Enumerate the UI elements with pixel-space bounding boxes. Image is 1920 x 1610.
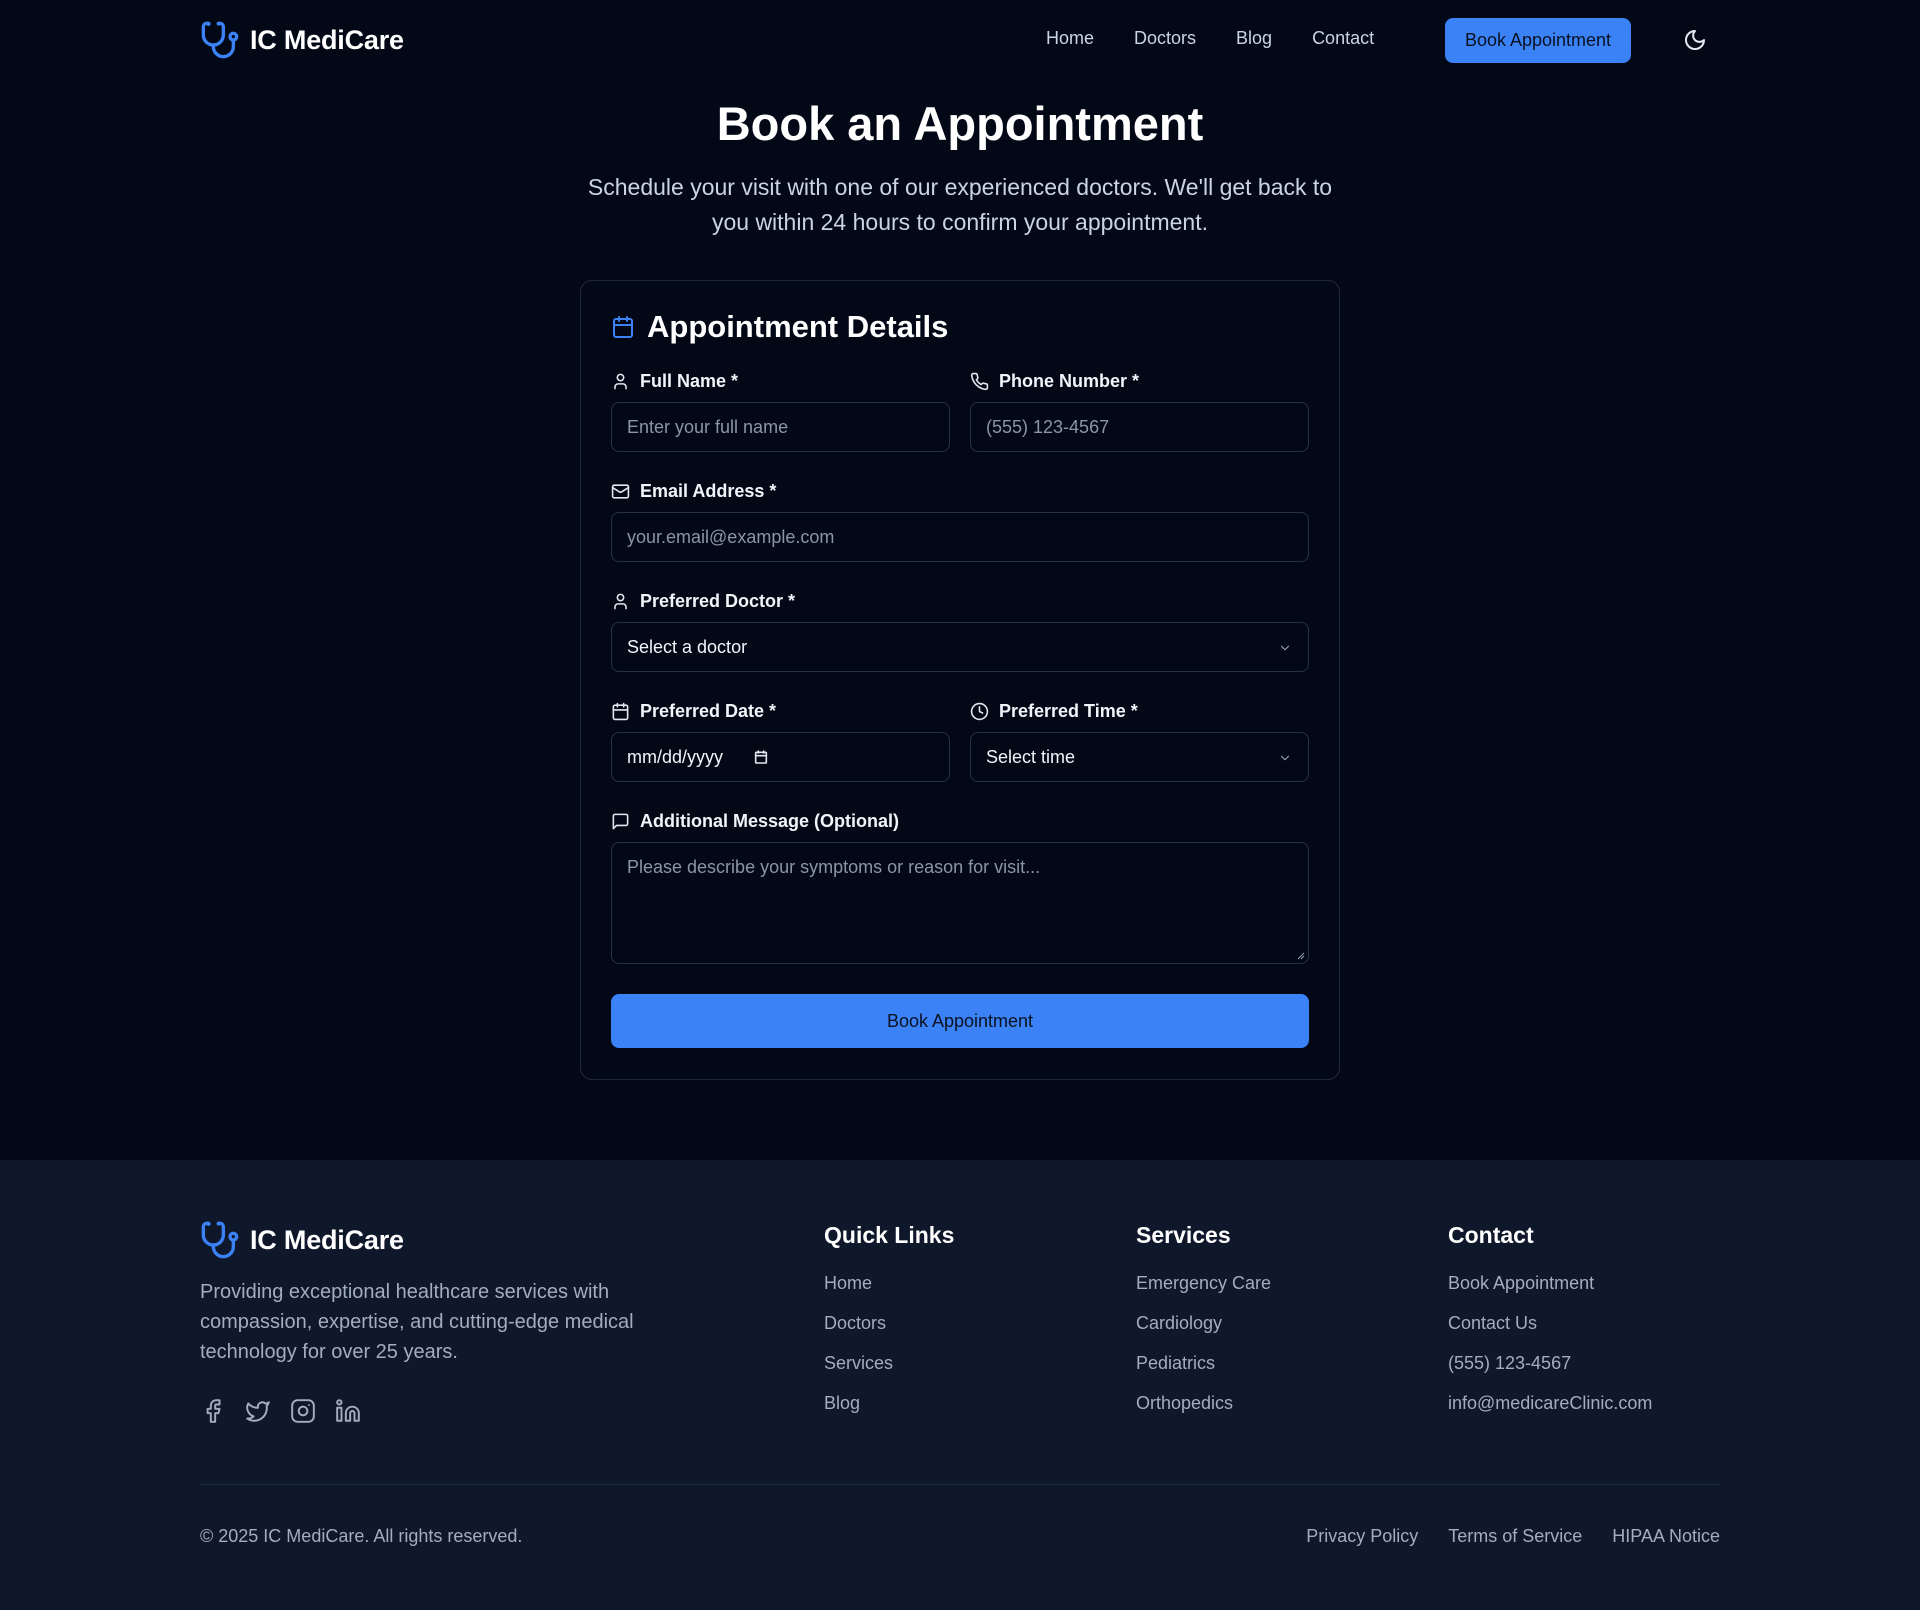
chevron-down-icon (1280, 755, 1290, 761)
footer-link-pediatrics[interactable]: Pediatrics (1136, 1349, 1271, 1389)
legal-links: Privacy Policy Terms of Service HIPAA No… (1306, 1526, 1720, 1547)
stethoscope-icon (201, 21, 239, 59)
facebook-icon[interactable] (200, 1398, 226, 1424)
chevron-down-icon (1280, 645, 1290, 651)
doctor-select-value: Select a doctor (627, 636, 748, 657)
footer-brand[interactable]: IC MediCare (200, 1220, 404, 1260)
footer-link-doctors[interactable]: Doctors (824, 1309, 954, 1349)
top-navbar: IC MediCare Home Doctors Blog Contact Bo… (0, 0, 1920, 80)
privacy-policy-link[interactable]: Privacy Policy (1306, 1526, 1418, 1547)
full-name-input[interactable]: Enter your full name (611, 402, 950, 452)
phone-label: Phone Number * (970, 371, 1139, 392)
message-textarea[interactable]: Please describe your symptoms or reason … (611, 842, 1309, 964)
phone-input[interactable]: (555) 123-4567 (970, 402, 1309, 452)
social-links (200, 1398, 361, 1424)
hipaa-notice-link[interactable]: HIPAA Notice (1612, 1526, 1720, 1547)
email-label-text: Email Address * (640, 481, 777, 501)
user-icon (614, 593, 627, 610)
email-input[interactable]: your.email@example.com (611, 512, 1309, 562)
footer-link-emergency-care[interactable]: Emergency Care (1136, 1269, 1271, 1309)
phone-icon (970, 372, 989, 391)
footer-link-contact-us[interactable]: Contact Us (1448, 1309, 1652, 1349)
appointment-form-card: Appointment Details Full Name * Enter yo… (580, 280, 1340, 1080)
clock-icon (970, 702, 989, 721)
user-icon (614, 373, 627, 390)
twitter-icon[interactable] (245, 1398, 271, 1424)
footer-quick-links: Quick Links Home Doctors Services Blog (824, 1222, 954, 1429)
footer-link-services[interactable]: Services (824, 1349, 954, 1389)
calendar-icon (613, 316, 633, 338)
form-title: Appointment Details (647, 309, 949, 344)
doctor-label-text: Preferred Doctor * (640, 591, 796, 611)
footer-divider (200, 1484, 1720, 1485)
footer-phone[interactable]: (555) 123-4567 (1448, 1349, 1652, 1389)
time-select-value: Select time (986, 746, 1076, 767)
nav-book-appointment-button[interactable]: Book Appointment (1445, 18, 1631, 63)
footer-quick-links-title: Quick Links (824, 1222, 955, 1248)
linkedin-icon[interactable] (335, 1398, 361, 1424)
time-select[interactable]: Select time (970, 732, 1309, 782)
doctor-select[interactable]: Select a doctor (611, 622, 1309, 672)
date-label-text: Preferred Date * (640, 701, 777, 721)
footer-email[interactable]: info@medicareClinic.com (1448, 1389, 1652, 1429)
nav-link-blog[interactable]: Blog (1236, 28, 1272, 49)
page-subtitle: Schedule your visit with one of our expe… (587, 174, 1333, 235)
date-input[interactable]: mm/dd/yyyy (611, 732, 950, 782)
form-header: Appointment Details (611, 309, 948, 345)
email-label: Email Address * (611, 481, 776, 502)
brand-logo[interactable]: IC MediCare (200, 20, 404, 60)
resize-handle-icon[interactable] (1295, 950, 1305, 960)
moon-icon[interactable] (1683, 28, 1707, 52)
footer-contact-title: Contact (1448, 1222, 1534, 1248)
footer: IC MediCare Providing exceptional health… (0, 1160, 1920, 1610)
instagram-icon[interactable] (290, 1398, 316, 1424)
calendar-icon (612, 702, 629, 721)
calendar-picker-icon[interactable] (753, 749, 769, 765)
time-label: Preferred Time * (970, 701, 1138, 722)
footer-link-cardiology[interactable]: Cardiology (1136, 1309, 1271, 1349)
brand-name: IC MediCare (250, 24, 404, 55)
full-name-label: Full Name * (611, 371, 738, 392)
footer-services: Services Emergency Care Cardiology Pedia… (1136, 1222, 1271, 1429)
doctor-label: Preferred Doctor * (611, 591, 795, 612)
footer-link-blog[interactable]: Blog (824, 1389, 954, 1429)
footer-description: Providing exceptional healthcare service… (200, 1281, 634, 1363)
footer-brand-name: IC MediCare (250, 1224, 404, 1255)
footer-link-book-appointment[interactable]: Book Appointment (1448, 1269, 1652, 1309)
copyright: © 2025 IC MediCare. All rights reserved. (200, 1526, 523, 1546)
message-placeholder: Please describe your symptoms or reason … (627, 857, 1041, 877)
nav-links: Home Doctors Blog Contact (1046, 28, 1374, 49)
nav-link-doctors[interactable]: Doctors (1134, 28, 1196, 49)
message-square-icon (612, 813, 629, 830)
submit-book-appointment-button[interactable]: Book Appointment (611, 994, 1309, 1048)
mail-icon (611, 484, 630, 499)
terms-of-service-link[interactable]: Terms of Service (1448, 1526, 1582, 1547)
phone-label-text: Phone Number * (999, 371, 1140, 391)
stethoscope-icon (201, 1221, 239, 1259)
footer-link-orthopedics[interactable]: Orthopedics (1136, 1389, 1271, 1429)
footer-contact: Contact Book Appointment Contact Us (555… (1448, 1222, 1652, 1429)
message-label: Additional Message (Optional) (611, 811, 899, 832)
footer-services-title: Services (1136, 1222, 1231, 1248)
page-title: Book an Appointment (716, 97, 1204, 150)
nav-link-contact[interactable]: Contact (1312, 28, 1374, 49)
time-label-text: Preferred Time * (999, 701, 1138, 721)
footer-link-home[interactable]: Home (824, 1269, 954, 1309)
date-label: Preferred Date * (611, 701, 776, 722)
message-label-text: Additional Message (Optional) (640, 811, 900, 831)
date-input-value: mm/dd/yyyy (627, 746, 724, 767)
full-name-label-text: Full Name * (640, 371, 739, 391)
nav-link-home[interactable]: Home (1046, 28, 1094, 49)
